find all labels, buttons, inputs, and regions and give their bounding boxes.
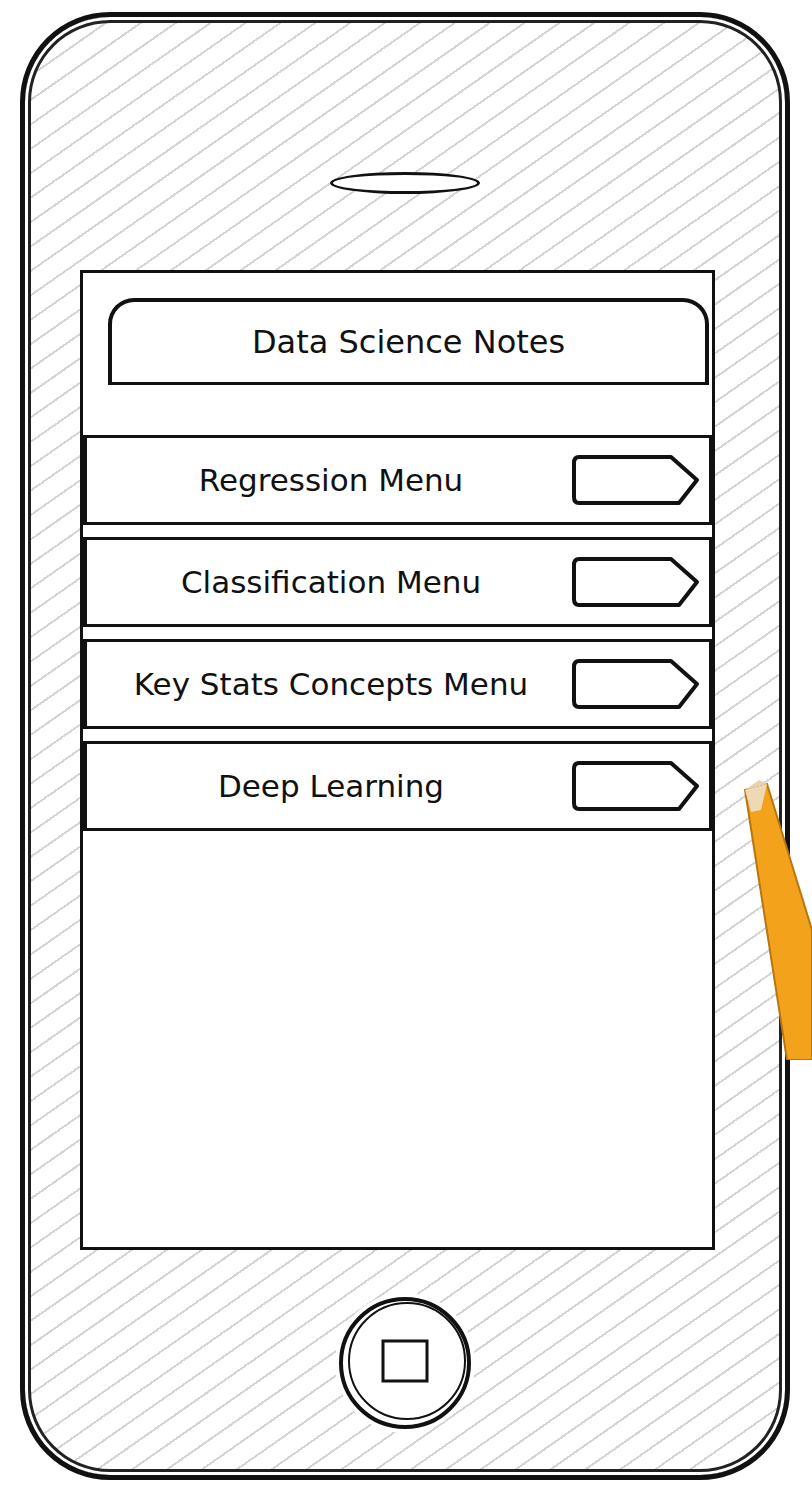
arrow-tag-icon[interactable]	[571, 759, 701, 813]
arrow-tag-icon[interactable]	[571, 657, 701, 711]
menu-row[interactable]: Key Stats Concepts Menu	[83, 639, 712, 729]
home-button-icon[interactable]	[335, 1293, 475, 1433]
phone-bottom	[25, 1250, 785, 1475]
menu-label[interactable]: Deep Learning	[99, 763, 563, 810]
sketch-stage: Data Science Notes Regression Menu Classif…	[0, 0, 812, 1494]
arrow-tag-icon[interactable]	[571, 555, 701, 609]
menu-label[interactable]: Regression Menu	[99, 457, 563, 504]
menu-row[interactable]: Classification Menu	[83, 537, 712, 627]
phone-frame: Data Science Notes Regression Menu Classif…	[20, 12, 790, 1480]
arrow-tag-icon[interactable]	[571, 453, 701, 507]
menu-list: Regression Menu Classification Menu Key St…	[83, 435, 712, 831]
title-bar: Data Science Notes	[108, 298, 709, 385]
speaker-icon	[330, 172, 480, 194]
pencil-icon	[737, 780, 812, 1060]
phone-top	[25, 17, 785, 270]
menu-label[interactable]: Classification Menu	[99, 559, 563, 606]
menu-label[interactable]: Key Stats Concepts Menu	[99, 661, 563, 708]
app-title: Data Science Notes	[252, 318, 565, 366]
menu-row[interactable]: Deep Learning	[83, 741, 712, 831]
menu-row[interactable]: Regression Menu	[83, 435, 712, 525]
phone-screen: Data Science Notes Regression Menu Classif…	[80, 270, 715, 1250]
